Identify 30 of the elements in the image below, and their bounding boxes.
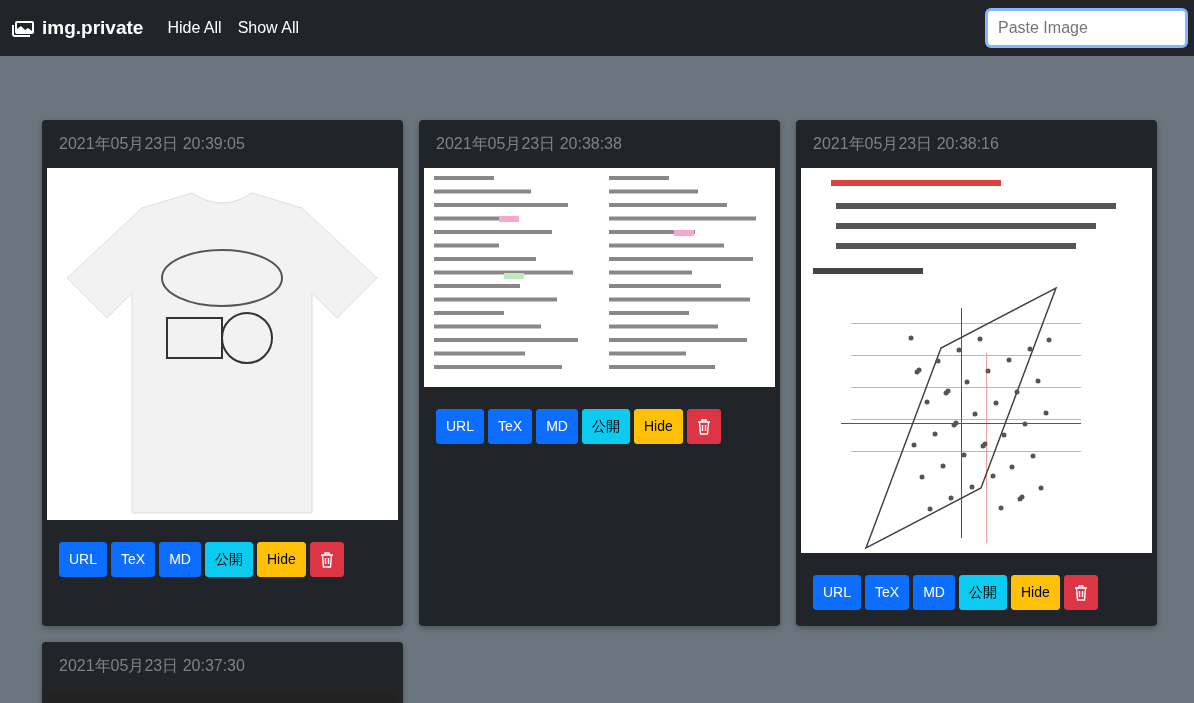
delete-button[interactable] <box>1063 575 1098 610</box>
action-button[interactable]: Hide <box>256 542 306 577</box>
trash-icon <box>696 419 711 436</box>
action-button[interactable]: MD <box>536 409 578 444</box>
timestamp: 2021年05月23日 20:38:16 <box>812 134 1000 154</box>
action-button[interactable]: Hide <box>1010 575 1060 610</box>
action-button[interactable]: URL <box>813 575 861 610</box>
action-button[interactable]: URL <box>59 542 107 577</box>
paste-field[interactable]: Paste Image <box>985 8 1188 48</box>
action-button[interactable]: TeX <box>488 409 533 444</box>
action-button[interactable]: 公開 <box>581 409 630 444</box>
action-button[interactable]: TeX <box>865 575 910 610</box>
timestamp: 2021年05月23日 20:38:38 <box>435 134 623 154</box>
action-button[interactable]: MD <box>913 575 955 610</box>
action-button[interactable]: 公開 <box>958 575 1007 610</box>
action-button[interactable]: URL <box>436 409 484 444</box>
nav-link[interactable]: Show All <box>237 16 299 40</box>
action-button[interactable]: Hide <box>633 409 683 444</box>
timestamp: 2021年05月23日 20:39:05 <box>58 134 246 154</box>
brand-link[interactable]: img.private <box>42 13 144 43</box>
action-button[interactable]: MD <box>159 542 201 577</box>
delete-button[interactable] <box>686 409 721 444</box>
timestamp: 2021年05月23日 20:37:30 <box>58 656 246 676</box>
nav-link[interactable]: Hide All <box>167 16 222 40</box>
delete-button[interactable] <box>309 542 344 577</box>
action-button[interactable]: TeX <box>111 542 156 577</box>
trash-icon <box>1073 585 1088 602</box>
images-icon <box>12 19 34 37</box>
trash-icon <box>319 552 334 569</box>
action-button[interactable]: 公開 <box>204 542 253 577</box>
